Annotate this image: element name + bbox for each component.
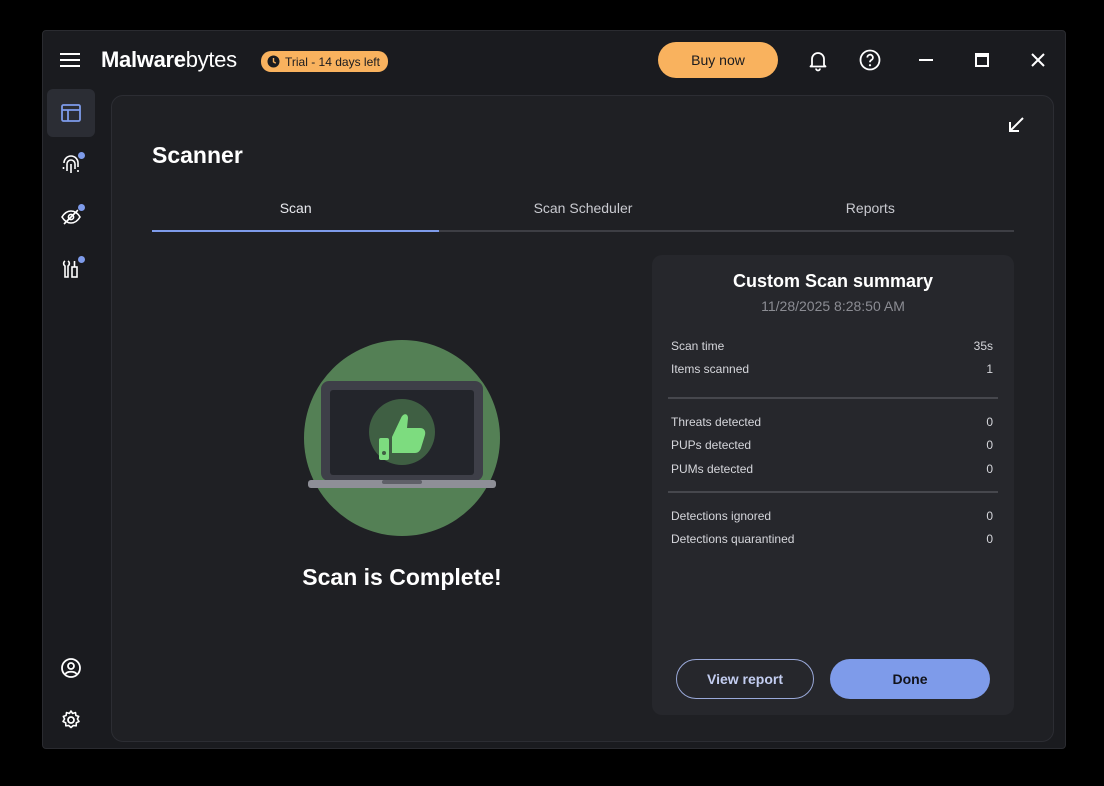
row-value: 0 <box>986 462 993 476</box>
scan-complete-status: Scan is Complete! <box>302 564 502 590</box>
title-bar: Malwarebytes Trial - 14 days left Buy no… <box>43 31 1065 89</box>
row-value: 0 <box>986 509 993 523</box>
app-window: Malwarebytes Trial - 14 days left Buy no… <box>42 30 1066 749</box>
sidebar-item-dashboard[interactable] <box>47 89 95 137</box>
row-value: 0 <box>986 532 993 546</box>
minimize-icon[interactable] <box>914 48 938 72</box>
maximize-icon[interactable] <box>970 48 994 72</box>
sidebar-item-privacy[interactable] <box>47 193 95 241</box>
collapse-arrow-icon[interactable] <box>1005 114 1027 136</box>
tab-scan[interactable]: Scan <box>152 194 440 232</box>
trial-badge-label: Trial - 14 days left <box>285 54 380 69</box>
summary-title: Custom Scan summary <box>732 271 934 291</box>
row-label: Threats detected <box>671 415 762 429</box>
row-label: Scan time <box>671 339 725 353</box>
tab-reports[interactable]: Reports <box>727 194 1014 230</box>
summary-row: PUPs detected 0 <box>671 438 993 458</box>
row-value: 0 <box>986 415 993 429</box>
logo-light: bytes <box>185 47 237 72</box>
trial-badge[interactable]: Trial - 14 days left <box>261 51 388 72</box>
summary-row: Items scanned 1 <box>671 362 993 382</box>
sidebar-item-account[interactable] <box>47 644 95 692</box>
buy-now-button[interactable]: Buy now <box>658 42 778 78</box>
scanner-panel: Scanner Scan Scan Scheduler Reports Scan… <box>111 95 1054 742</box>
divider <box>668 491 998 493</box>
logo-bold: Malware <box>101 47 186 72</box>
gear-icon <box>62 710 80 729</box>
hamburger-menu-icon[interactable] <box>59 49 81 71</box>
sidebar-item-tools[interactable] <box>47 245 95 293</box>
notification-dot <box>77 151 86 160</box>
row-label: Items scanned <box>671 362 750 376</box>
row-label: PUMs detected <box>671 462 754 476</box>
malwarebytes-logo: Malwarebytes <box>101 45 237 75</box>
summary-row: Scan time 35s <box>671 339 993 359</box>
tab-bar: Scan Scan Scheduler Reports <box>152 194 1014 232</box>
scan-complete-illustration <box>304 340 500 536</box>
account-icon <box>61 658 81 678</box>
row-label: PUPs detected <box>671 438 752 452</box>
tab-scan-scheduler[interactable]: Scan Scheduler <box>439 194 726 230</box>
clock-icon <box>267 55 280 68</box>
bell-icon[interactable] <box>806 48 830 72</box>
row-label: Detections ignored <box>671 509 772 523</box>
view-report-button[interactable]: View report <box>676 659 814 699</box>
sidebar-item-protection[interactable] <box>47 141 95 189</box>
summary-row: Threats detected 0 <box>671 415 993 435</box>
page-title: Scanner <box>152 142 243 168</box>
dashboard-icon <box>61 104 81 122</box>
summary-date: 11/28/2025 8:28:50 AM <box>761 298 905 314</box>
sidebar-item-settings[interactable] <box>47 696 95 744</box>
row-value: 0 <box>986 438 993 452</box>
help-icon[interactable] <box>858 48 882 72</box>
notification-dot <box>77 203 86 212</box>
row-label: Detections quarantined <box>671 532 795 546</box>
summary-row: PUMs detected 0 <box>671 462 993 482</box>
close-icon[interactable] <box>1026 48 1050 72</box>
done-button[interactable]: Done <box>830 659 990 699</box>
summary-row: Detections ignored 0 <box>671 509 993 529</box>
scan-summary-card: Custom Scan summary 11/28/2025 8:28:50 A… <box>652 255 1014 715</box>
summary-row: Detections quarantined 0 <box>671 532 993 552</box>
row-value: 1 <box>986 362 993 376</box>
row-value: 35s <box>973 339 993 353</box>
notification-dot <box>77 255 86 264</box>
divider <box>668 397 998 399</box>
